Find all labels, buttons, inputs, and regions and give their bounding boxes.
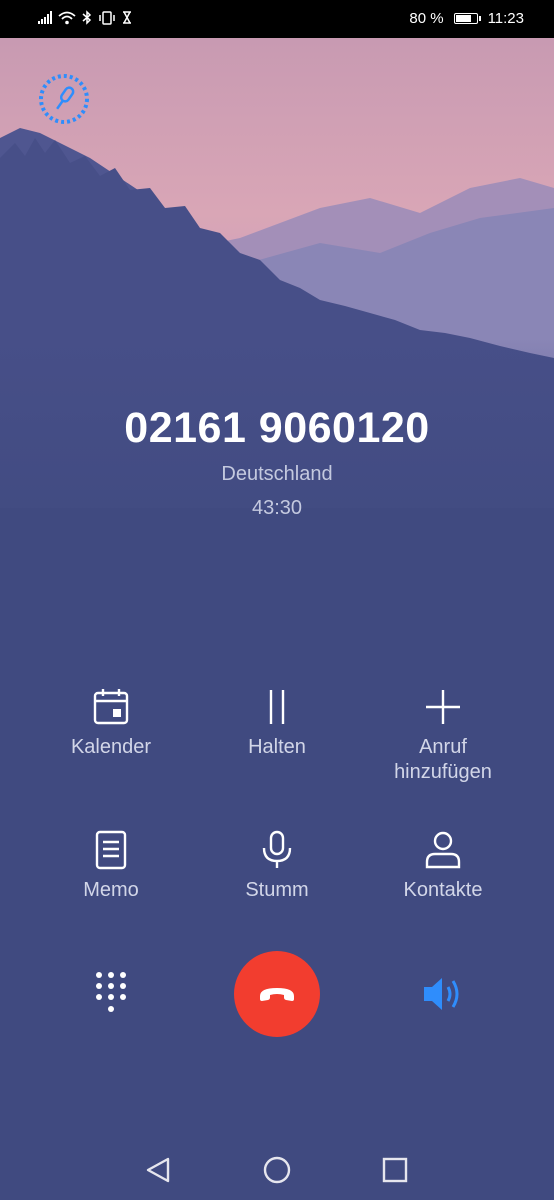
calendar-label: Kalender [70,736,152,758]
status-bar: 80 % 11:23 [0,0,554,38]
calendar-button[interactable]: Kalender [26,687,196,760]
signal-icon [38,11,52,24]
hold-label: Halten [248,736,306,758]
back-icon[interactable] [144,1155,174,1185]
memo-label: Memo [83,879,139,901]
person-icon [425,831,461,869]
battery-percent: 80 % [409,10,444,27]
vibrate-icon [99,10,115,25]
calendar-icon [93,689,129,725]
contacts-button[interactable]: Kontakte [358,830,528,903]
pause-icon [269,690,285,724]
microphone-icon [262,830,292,868]
mute-button[interactable]: Stumm [192,830,362,903]
bluetooth-icon [82,10,92,25]
end-call-button[interactable] [234,951,320,1037]
call-duration: 43:30 [251,497,303,519]
add-call-button[interactable]: Anruf hinzufügen [358,687,528,785]
caller-number: 02161 9060120 [124,404,430,452]
wifi-icon [58,11,76,24]
add-call-label-line2: hinzufügen [394,761,492,783]
navigation-bar [0,1140,554,1200]
clock: 11:23 [487,10,524,27]
record-button[interactable] [38,73,90,125]
home-icon[interactable] [262,1155,292,1185]
speaker-icon [424,978,459,1010]
memo-button[interactable]: Memo [26,830,196,903]
memo-icon [95,830,127,870]
hang-up-icon [260,988,294,1001]
caller-location: Deutschland [221,463,333,485]
dialpad-button[interactable] [91,970,131,1016]
add-call-label-line1: Anruf [419,736,467,758]
hourglass-icon [123,11,131,24]
record-icon [39,74,89,124]
battery-icon [453,13,481,24]
contacts-label: Kontakte [403,879,483,901]
hold-button[interactable]: Halten [192,687,362,760]
recents-icon[interactable] [380,1155,410,1185]
plus-icon [426,690,460,724]
speaker-button[interactable] [421,974,465,1014]
mute-label: Stumm [245,879,309,901]
dialpad-icon [96,972,126,1012]
